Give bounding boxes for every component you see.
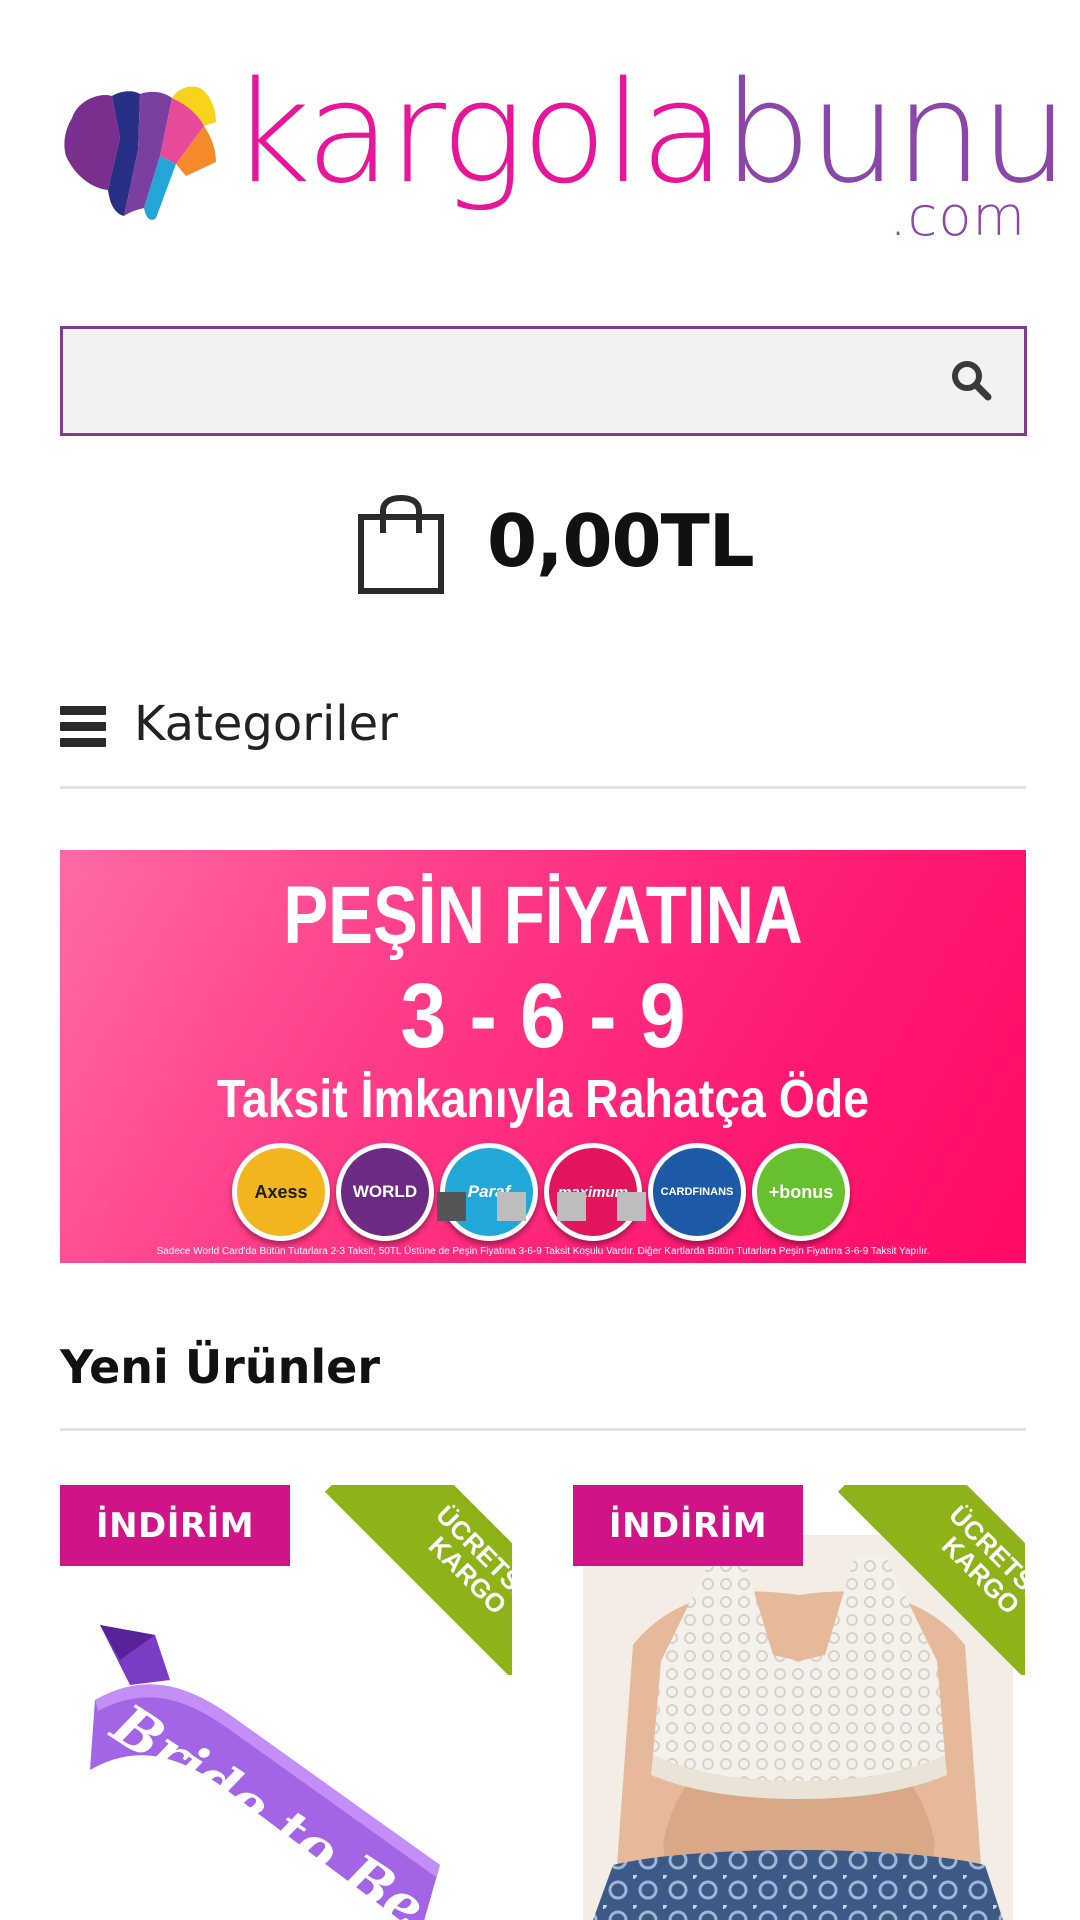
banner-installments: 3 - 6 - 9 — [400, 965, 686, 1067]
banner-subheadline: Taksit İmkanıyla Rahatça Öde — [216, 1069, 870, 1129]
search-button[interactable] — [950, 359, 994, 403]
site-logo[interactable]: kargolabunu .com — [60, 64, 1069, 248]
slider-dot-3[interactable] — [557, 1192, 586, 1221]
free-shipping-ribbon: ÜCRETSİZ KARGO — [322, 1485, 512, 1675]
slider-dot-2[interactable] — [497, 1192, 526, 1221]
card-logo-axess: Axess — [232, 1143, 330, 1241]
section-title: Yeni Ürünler — [60, 1340, 381, 1394]
sale-badge: İNDİRİM — [573, 1485, 803, 1566]
card-logo-cardfinans: CARDFINANS — [648, 1143, 746, 1241]
search-input[interactable] — [63, 329, 923, 433]
categories-menu-toggle[interactable]: Kategoriler — [60, 690, 1026, 789]
sale-badge: İNDİRİM — [60, 1485, 290, 1566]
search-bar — [60, 326, 1027, 436]
card-logo-world: WORLD — [336, 1143, 434, 1241]
free-shipping-ribbon: ÜCRETSİZ KARGO — [835, 1485, 1025, 1675]
cart-total: 0,00TL — [487, 499, 755, 583]
product-card[interactable]: Bride to Be İNDİRİM ÜCRETSİZ KARGO — [60, 1485, 512, 1920]
new-products-heading: Yeni Ürünler — [60, 1340, 1026, 1431]
logo-mark-icon — [64, 86, 216, 220]
page: kargolabunu .com 0,00TL Kategoriler PEŞİ… — [0, 0, 1080, 1920]
hamburger-menu-icon — [60, 706, 106, 747]
card-logo-bonus: +bonus — [752, 1143, 850, 1241]
categories-label: Kategoriler — [134, 696, 398, 752]
product-card[interactable]: İNDİRİM ÜCRETSİZ KARGO — [573, 1485, 1025, 1920]
slider-pagination — [437, 1192, 651, 1222]
logo-domain-suffix: .com — [889, 185, 1026, 248]
logo-wordmark: kargolabunu — [230, 64, 1069, 204]
shopping-bag-icon — [358, 495, 444, 594]
slider-dot-1[interactable] — [437, 1192, 466, 1221]
search-icon — [952, 361, 992, 401]
banner-headline: PEŞİN FİYATINA — [283, 870, 803, 961]
logo-text-part1: kargola — [230, 52, 726, 215]
cart-summary[interactable]: 0,00TL — [357, 495, 755, 600]
promo-banner-slider[interactable]: PEŞİN FİYATINA 3 - 6 - 9 Taksit İmkanıyl… — [60, 850, 1026, 1263]
banner-fine-print: Sadece World Card'da Bütün Tutarlara 2-3… — [156, 1246, 930, 1257]
slider-dot-4[interactable] — [617, 1192, 646, 1221]
